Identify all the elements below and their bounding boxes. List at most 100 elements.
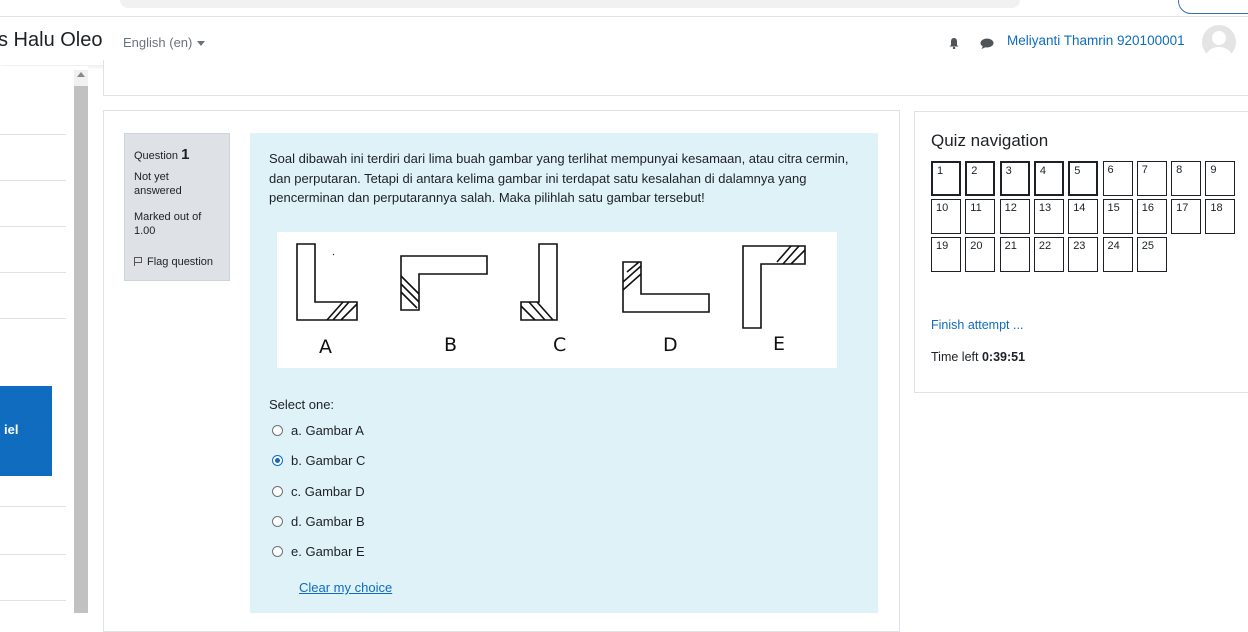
- quiz-nav-button[interactable]: 11: [965, 199, 996, 234]
- time-left-value: 0:39:51: [981, 350, 1026, 364]
- question-text: Soal dibawah ini terdiri dari lima buah …: [269, 151, 849, 205]
- radio-button-selected[interactable]: [272, 454, 283, 466]
- drawer-divider: [0, 600, 66, 601]
- radio-button[interactable]: [272, 515, 283, 527]
- quiz-nav-button[interactable]: 12: [999, 199, 1030, 234]
- quiz-nav-button[interactable]: 13: [1033, 199, 1064, 234]
- chat-icon[interactable]: [980, 38, 994, 49]
- flag-question-link[interactable]: Flag question: [134, 256, 213, 268]
- quiz-nav-button[interactable]: 14: [1068, 199, 1099, 234]
- quiz-nav-button[interactable]: 5: [1068, 161, 1099, 196]
- drawer-divider: [0, 318, 66, 319]
- quiz-nav-button[interactable]: 7: [1136, 161, 1167, 196]
- option-label[interactable]: a. Gambar A: [291, 423, 364, 438]
- scroll-up-arrow-icon[interactable]: [77, 72, 85, 77]
- drawer-active-item[interactable]: iel: [0, 386, 52, 476]
- option-label[interactable]: d. Gambar B: [291, 514, 365, 529]
- user-avatar-icon: [1206, 31, 1232, 59]
- drawer-divider: [0, 180, 66, 181]
- bell-icon[interactable]: [948, 37, 960, 49]
- question-figure: A B C D E: [277, 232, 837, 368]
- quiz-nav-button-number: 1: [937, 165, 944, 177]
- quiz-nav-button-number: 17: [1176, 202, 1189, 214]
- quiz-nav-button-number: 9: [1210, 164, 1217, 176]
- quiz-nav-button-number: 18: [1210, 202, 1223, 214]
- quiz-nav-button-number: 16: [1141, 202, 1155, 214]
- quiz-nav-button-number: 21: [1004, 240, 1017, 252]
- quiz-nav-button-number: 12: [1004, 202, 1017, 214]
- browser-button-fragment[interactable]: [1178, 0, 1248, 14]
- option-label[interactable]: e. Gambar E: [291, 544, 365, 559]
- quiz-nav-button-number: 13: [1038, 202, 1052, 214]
- quiz-nav-button[interactable]: 18: [1205, 199, 1236, 234]
- quiz-nav-button[interactable]: 16: [1136, 199, 1167, 234]
- quiz-nav-button-number: 10: [936, 202, 949, 214]
- quiz-nav-button-number: 11: [970, 202, 982, 214]
- question-label: Question: [134, 150, 179, 162]
- drawer-scrollbar-thumb[interactable]: [74, 86, 88, 613]
- radio-button[interactable]: [272, 424, 283, 436]
- quiz-nav-button[interactable]: 15: [1102, 199, 1133, 234]
- drawer-divider: [0, 506, 66, 507]
- address-bar-fragment: [120, 0, 1020, 8]
- answer-option[interactable]: a. Gambar A: [272, 420, 364, 440]
- radio-button[interactable]: [272, 545, 283, 557]
- quiz-nav-button-number: 7: [1141, 164, 1148, 176]
- quiz-nav-button[interactable]: 1: [931, 161, 961, 196]
- question-number-value: 1: [181, 146, 190, 163]
- quiz-nav-button[interactable]: 3: [999, 161, 1030, 196]
- quiz-nav-button[interactable]: 24: [1102, 237, 1133, 272]
- answer-option[interactable]: e. Gambar E: [272, 541, 365, 561]
- previous-card-bottom: [103, 60, 1248, 96]
- finish-attempt-link[interactable]: Finish attempt ...: [931, 318, 1023, 332]
- quiz-nav-button[interactable]: 6: [1102, 161, 1133, 196]
- question-mark: Marked out of 1.00: [134, 211, 202, 237]
- quiz-nav-button-number: 23: [1073, 240, 1086, 252]
- figure-label-a: A: [319, 336, 332, 358]
- answer-option[interactable]: d. Gambar B: [272, 511, 365, 531]
- quiz-nav-button[interactable]: 2: [965, 161, 996, 196]
- quiz-nav-button[interactable]: 9: [1205, 161, 1236, 196]
- question-number: Question 1: [134, 146, 189, 163]
- quiz-nav-button[interactable]: 4: [1033, 161, 1064, 196]
- select-prompt: Select one:: [269, 397, 335, 412]
- quiz-nav-button[interactable]: 17: [1171, 199, 1202, 234]
- language-label: English (en): [123, 35, 193, 50]
- quiz-nav-button[interactable]: 21: [999, 237, 1030, 272]
- drawer-active-label: iel: [4, 422, 19, 437]
- figure-label-e: E: [773, 333, 786, 355]
- quiz-nav-button[interactable]: 10: [931, 199, 961, 234]
- navbar: s Halu Oleo English (en) Meliyanti Thamr…: [0, 17, 1248, 65]
- quiz-nav-button[interactable]: 23: [1068, 237, 1099, 272]
- quiz-nav-button-number: 22: [1038, 240, 1052, 252]
- quiz-nav-button-number: 19: [936, 240, 949, 252]
- drawer-divider: [0, 554, 66, 555]
- user-menu-name[interactable]: Meliyanti Thamrin 920100001: [1007, 33, 1185, 48]
- time-left-label: Time left: [931, 350, 979, 364]
- quiz-nav-button-number: 15: [1107, 202, 1120, 214]
- avatar[interactable]: [1202, 25, 1236, 59]
- quiz-nav-button-number: 2: [971, 165, 978, 177]
- quiz-nav-button[interactable]: 8: [1171, 161, 1202, 196]
- quiz-nav-button-number: 5: [1074, 165, 1081, 177]
- clear-choice-link[interactable]: Clear my choice: [299, 580, 392, 595]
- quiz-nav-button-number: 6: [1107, 164, 1114, 176]
- drawer-divider: [0, 226, 66, 227]
- option-label[interactable]: b. Gambar C: [291, 453, 365, 468]
- drawer-divider: [0, 134, 66, 135]
- answer-option[interactable]: b. Gambar C: [272, 450, 365, 470]
- flag-icon: [134, 257, 142, 266]
- quiz-nav-button-number: 4: [1039, 165, 1047, 177]
- quiz-nav-button[interactable]: 20: [965, 237, 996, 272]
- question-state: Not yet answered: [134, 171, 182, 197]
- quiz-nav-button[interactable]: 22: [1033, 237, 1064, 272]
- chevron-down-icon: [197, 41, 206, 47]
- site-brand[interactable]: s Halu Oleo: [0, 29, 103, 52]
- answer-option[interactable]: c. Gambar D: [272, 481, 365, 501]
- figure-label-b: B: [444, 334, 458, 356]
- quiz-nav-button[interactable]: 25: [1136, 237, 1167, 272]
- radio-button[interactable]: [272, 485, 283, 497]
- quiz-nav-button[interactable]: 19: [931, 237, 961, 272]
- language-menu[interactable]: English (en): [123, 35, 206, 50]
- option-label[interactable]: c. Gambar D: [291, 484, 365, 499]
